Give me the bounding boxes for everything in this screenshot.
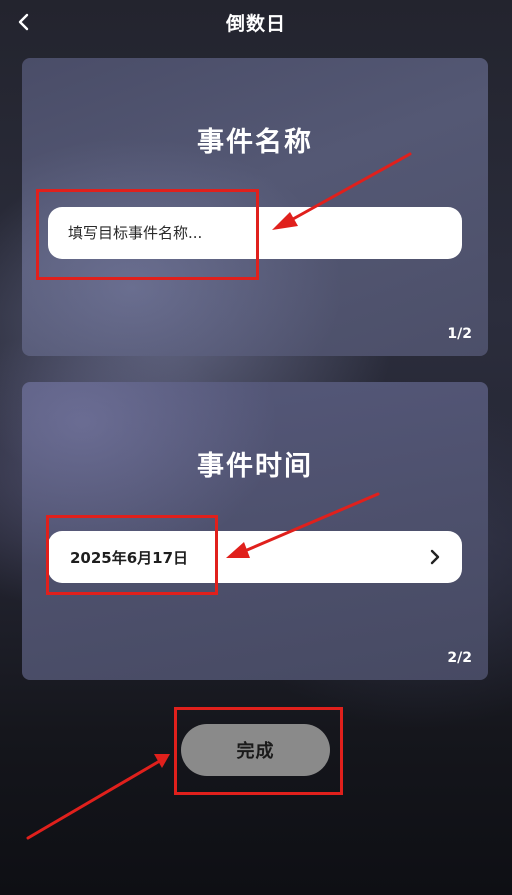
page-title: 倒数日 <box>225 13 286 35</box>
annotation-arrowhead-done <box>154 754 170 768</box>
top-bar: 倒数日 <box>0 0 512 44</box>
chevron-right-icon <box>424 546 446 568</box>
date-value: 2025年6月17日 <box>70 548 189 567</box>
date-picker-field[interactable]: 2025年6月17日 <box>48 531 462 583</box>
event-name-input[interactable] <box>48 207 462 259</box>
annotation-arrow-done <box>26 760 160 840</box>
page-indicator: 1/2 <box>447 326 472 342</box>
done-button[interactable]: 完成 <box>181 724 330 776</box>
event-time-heading: 事件时间 <box>197 451 313 482</box>
page-indicator: 2/2 <box>447 650 472 666</box>
event-name-card: 事件名称 1/2 <box>22 58 488 356</box>
event-name-heading: 事件名称 <box>197 127 313 158</box>
event-time-card: 事件时间 2025年6月17日 2/2 <box>22 382 488 680</box>
event-name-field <box>48 207 462 259</box>
